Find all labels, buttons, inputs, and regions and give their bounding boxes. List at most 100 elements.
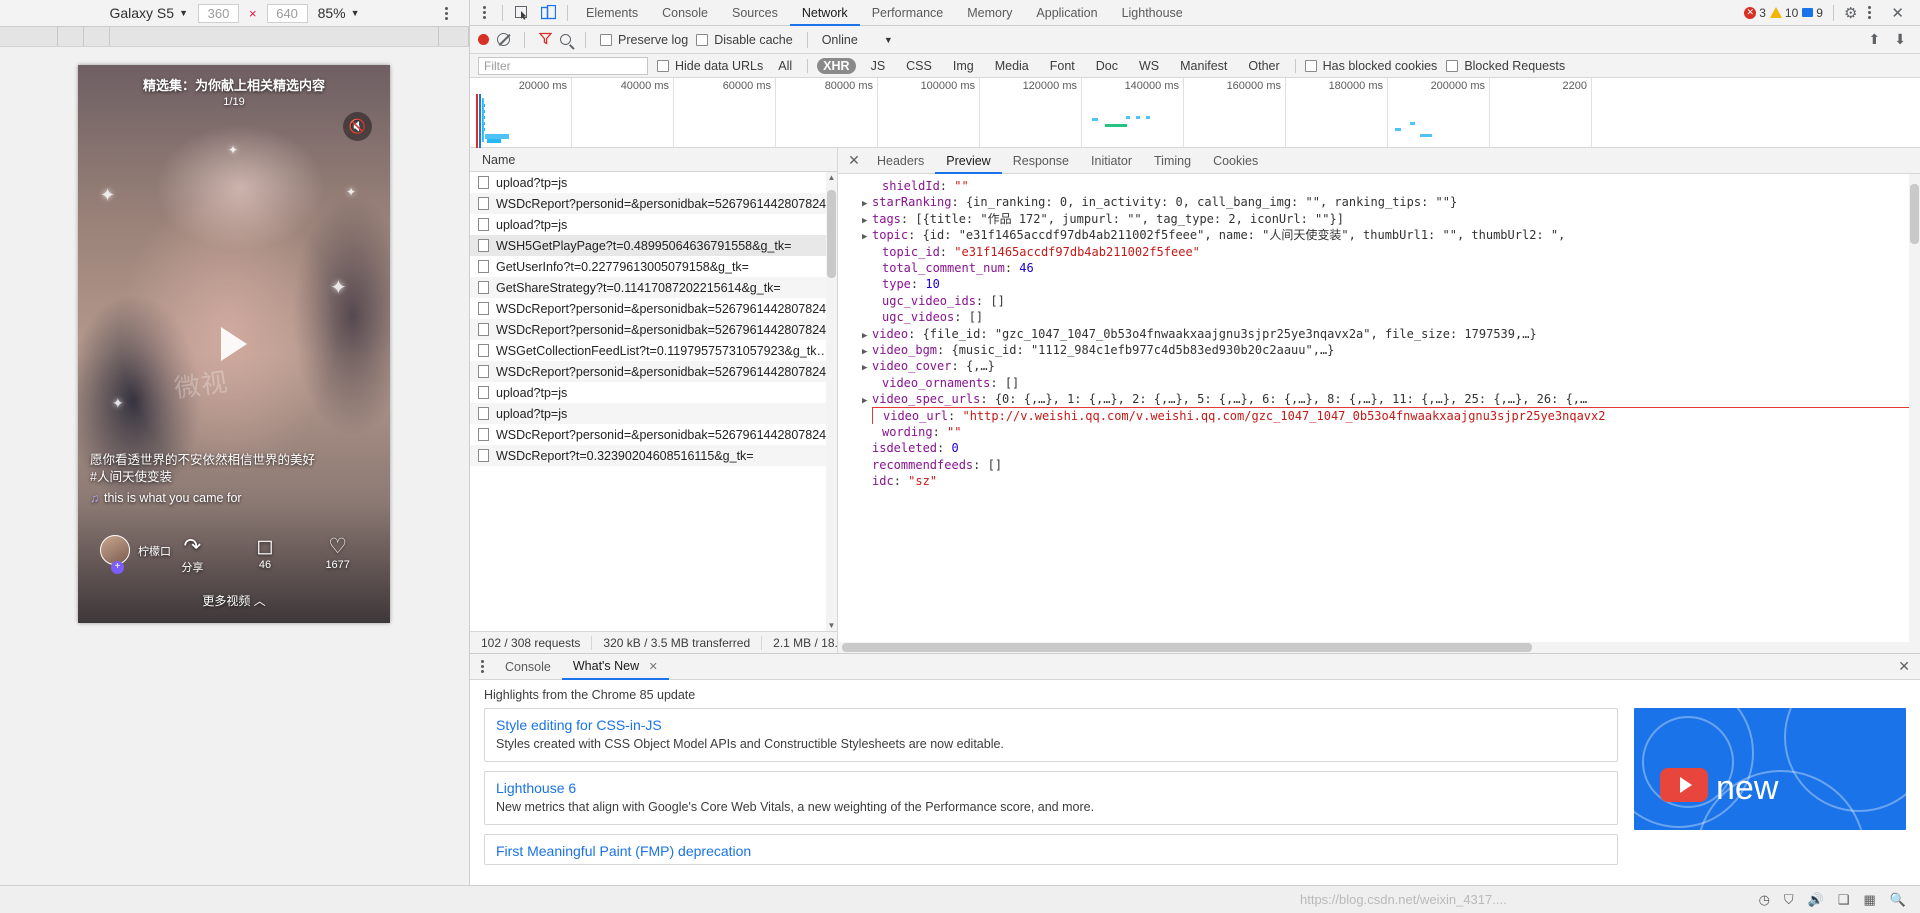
type-filter-doc[interactable]: Doc — [1090, 58, 1124, 74]
tab-preview[interactable]: Preview — [935, 148, 1001, 174]
disable-cache-toggle[interactable]: Disable cache — [696, 33, 793, 47]
json-row[interactable]: ▶ topic: {id: "e31f1465accdf97db4ab211002… — [838, 227, 1920, 243]
disable-cache-checkbox[interactable] — [696, 33, 709, 46]
scrollbar-thumb[interactable] — [1910, 184, 1919, 244]
record-icon[interactable] — [478, 34, 489, 45]
json-row[interactable]: ▶ video_bgm: {music_id: "1112_984c1efb977… — [838, 342, 1920, 358]
window-icon[interactable]: ❑ — [1838, 892, 1850, 908]
info-badge[interactable]: 9 — [1802, 6, 1823, 20]
type-filter-manifest[interactable]: Manifest — [1174, 58, 1233, 74]
card-title[interactable]: Style editing for CSS-in-JS — [496, 717, 1606, 733]
request-list[interactable]: upload?tp=js WSDcReport?personid=&person… — [470, 172, 837, 631]
caption-hashtag[interactable]: #人间天使变装 — [90, 469, 350, 486]
json-row[interactable]: ugc_videos: [] — [838, 309, 1920, 325]
has-blocked-cookies-toggle[interactable]: Has blocked cookies — [1304, 59, 1437, 73]
blocked-requests-toggle[interactable]: Blocked Requests — [1446, 59, 1565, 73]
table-row[interactable]: WSDcReport?personid=&personidbak=5267961… — [470, 361, 837, 382]
phone-viewport[interactable]: ✦ ✦ ✦ ✦ ✦ 微视 精选集：为你献上相关精选内容 1/19 🔇 愿你看透世… — [78, 65, 390, 623]
json-row[interactable]: type: 10 — [838, 276, 1920, 292]
expand-triangle-icon[interactable]: ▶ — [862, 196, 872, 210]
device-select[interactable]: Galaxy S5 ▼ — [109, 5, 188, 21]
viewport-height-input[interactable]: 640 — [266, 3, 308, 23]
json-row[interactable]: ▶ starRanking: {in_ranking: 0, in_activit… — [838, 194, 1920, 210]
expand-triangle-icon[interactable]: ▶ — [862, 213, 872, 227]
json-row[interactable]: shieldId: "" — [838, 178, 1920, 194]
type-filter-all[interactable]: All — [772, 58, 798, 74]
scrollbar-thumb[interactable] — [827, 190, 836, 278]
type-filter-ws[interactable]: WS — [1133, 58, 1165, 74]
table-row[interactable]: WSDcReport?personid=&personidbak=5267961… — [470, 298, 837, 319]
scrollbar-thumb[interactable] — [842, 643, 1532, 652]
json-row[interactable]: idc: "sz" — [838, 473, 1920, 489]
comment-button[interactable]: ◻ 46 — [229, 535, 302, 571]
card-title[interactable]: Lighthouse 6 — [496, 780, 1606, 796]
close-drawer-icon[interactable]: ✕ — [1898, 658, 1920, 675]
json-row[interactable]: ▶ video: {file_id: "gzc_1047_1047_0b53o4f… — [838, 326, 1920, 342]
table-row[interactable]: GetUserInfo?t=0.22779613005079158&g_tk= — [470, 256, 837, 277]
json-row[interactable]: recommendfeeds: [] — [838, 457, 1920, 473]
json-row[interactable]: ugc_video_ids: [] — [838, 293, 1920, 309]
preview-horizontal-scrollbar[interactable] — [838, 642, 1920, 653]
tab-elements[interactable]: Elements — [574, 0, 650, 26]
table-row[interactable]: WSDcReport?personid=&personidbak=5267961… — [470, 193, 837, 214]
type-filter-css[interactable]: CSS — [900, 58, 938, 74]
table-row[interactable]: upload?tp=js — [470, 382, 837, 403]
speaker-icon[interactable]: 🔊 — [1808, 892, 1824, 908]
tab-initiator[interactable]: Initiator — [1080, 148, 1143, 174]
table-row[interactable]: WSDcReport?t=0.32390204608516115&g_tk= — [470, 445, 837, 466]
error-badge[interactable]: ✕ 3 — [1744, 6, 1766, 20]
drawer-more-icon[interactable] — [474, 657, 490, 677]
scroll-up-icon[interactable]: ▲ — [827, 173, 836, 182]
table-row[interactable]: GetShareStrategy?t=0.11417087202215614&g… — [470, 277, 837, 298]
tab-response[interactable]: Response — [1002, 148, 1080, 174]
tab-lighthouse[interactable]: Lighthouse — [1110, 0, 1195, 26]
tab-whats-new[interactable]: What's New ✕ — [562, 653, 669, 680]
devtools-main-menu-icon[interactable] — [1861, 3, 1877, 23]
music-row[interactable]: ♫ this is what you came for — [90, 491, 350, 505]
json-row[interactable]: video_url: "http://v.weishi.qq.com/v.wei… — [838, 407, 1920, 424]
import-har-icon[interactable]: ⬆ — [1869, 31, 1881, 48]
preserve-log-checkbox[interactable] — [600, 33, 612, 46]
tab-network[interactable]: Network — [790, 0, 860, 26]
device-more-options-icon[interactable] — [437, 4, 455, 22]
whats-new-card[interactable]: Style editing for CSS-in-JS Styles creat… — [484, 708, 1618, 762]
hide-data-urls-checkbox[interactable] — [657, 59, 669, 72]
whats-new-content[interactable]: Highlights from the Chrome 85 update Sty… — [470, 680, 1920, 913]
tab-timing[interactable]: Timing — [1143, 148, 1202, 174]
filter-input[interactable]: Filter — [478, 56, 648, 75]
viewport-width-input[interactable]: 360 — [197, 3, 239, 23]
whats-new-card[interactable]: First Meaningful Paint (FMP) deprecation — [484, 834, 1618, 865]
device-toolbar-icon[interactable] — [535, 2, 561, 24]
more-videos-button[interactable]: 更多视频 ︿ — [78, 592, 390, 609]
json-row[interactable]: ▶ video_spec_urls: {0: {,…}, 1: {,…}, 2: … — [838, 391, 1920, 407]
zoom-select[interactable]: 85% ▼ — [318, 5, 360, 21]
play-icon[interactable] — [221, 327, 247, 361]
tab-performance[interactable]: Performance — [860, 0, 956, 26]
clock-icon[interactable]: ◷ — [1759, 892, 1770, 908]
search-icon[interactable] — [560, 34, 571, 45]
type-filter-js[interactable]: JS — [865, 58, 892, 74]
shield-icon[interactable]: ⛉ — [1784, 892, 1794, 908]
hide-data-urls-toggle[interactable]: Hide data URLs — [657, 59, 763, 73]
tab-headers[interactable]: Headers — [866, 148, 935, 174]
whats-new-card[interactable]: Lighthouse 6 New metrics that align with… — [484, 771, 1618, 825]
search-icon[interactable]: 🔍 — [1890, 892, 1906, 908]
tab-sources[interactable]: Sources — [720, 0, 790, 26]
close-detail-icon[interactable]: ✕ — [842, 152, 866, 169]
table-row[interactable]: WSH5GetPlayPage?t=0.48995064636791558&g_… — [470, 235, 837, 256]
table-row[interactable]: upload?tp=js — [470, 403, 837, 424]
preserve-log-toggle[interactable]: Preserve log — [600, 33, 688, 47]
request-column-header[interactable]: Name — [470, 148, 837, 172]
json-row[interactable]: isdeleted: 0 — [838, 440, 1920, 456]
type-filter-img[interactable]: Img — [947, 58, 980, 74]
table-row[interactable]: WSDcReport?personid=&personidbak=5267961… — [470, 319, 837, 340]
table-row[interactable]: upload?tp=js — [470, 214, 837, 235]
blocked-requests-checkbox[interactable] — [1446, 59, 1459, 72]
follow-button[interactable]: + — [111, 561, 124, 574]
tab-application[interactable]: Application — [1024, 0, 1109, 26]
export-har-icon[interactable]: ⬇ — [1894, 31, 1906, 48]
preview-vertical-scrollbar[interactable] — [1909, 174, 1920, 653]
json-row[interactable]: topic_id: "e31f1465accdf97db4ab211002f5f… — [838, 244, 1920, 260]
table-row[interactable]: WSDcReport?personid=&personidbak=5267961… — [470, 424, 837, 445]
mute-icon[interactable]: 🔇 — [343, 112, 372, 141]
